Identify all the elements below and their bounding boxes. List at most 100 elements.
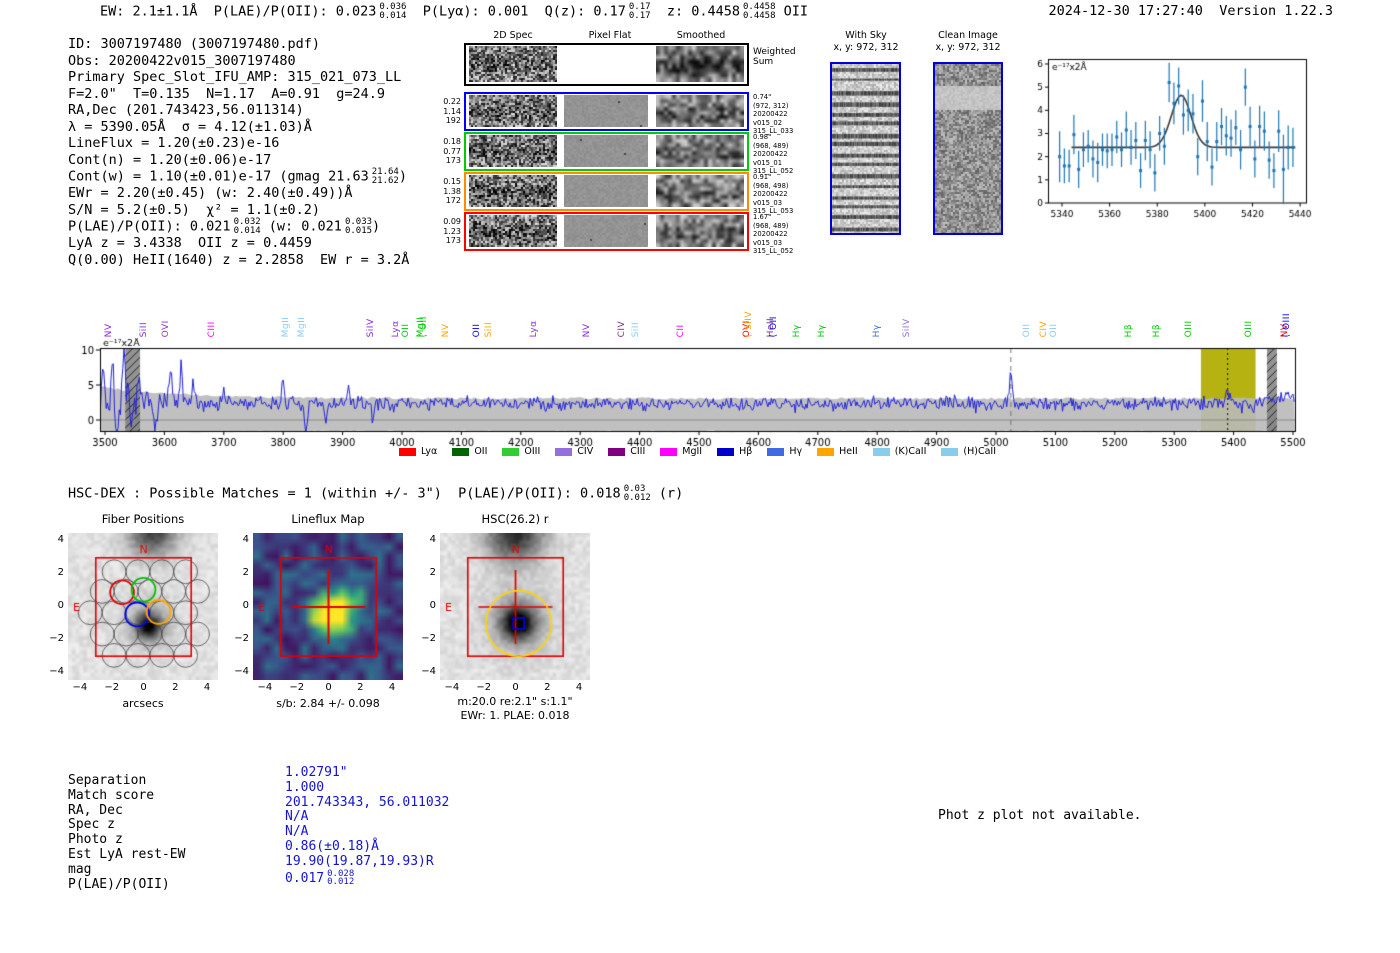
fiber-2dspec-row — [464, 92, 749, 131]
fiber-row-weights: 0.09 1.23 173 — [443, 217, 461, 245]
clean-image-title: Clean Image — [938, 30, 998, 41]
legend-swatch — [767, 447, 785, 456]
match-row-value: 19.90(19.87,19.93)R — [285, 853, 449, 870]
lineflux-map-title: Lineflux Map — [291, 512, 365, 526]
text-segment: P(Lyα): 0.001 Q(z): 0.17 — [406, 3, 626, 20]
legend-item: CIV — [555, 446, 593, 457]
cutout-xtick-label: 0 — [512, 682, 519, 693]
fiber-pixelflat-image — [564, 135, 648, 167]
cutout-xtick-label: −4 — [444, 682, 460, 693]
text-segment: λ = 5390.05Å σ = 4.12(±1.03)Å — [68, 118, 312, 135]
fiber-smoothed-image — [656, 95, 744, 127]
fiber-2dspec-row — [464, 132, 749, 171]
info-line: Q(0.00) HeII(1640) z = 2.2858 EW r = 3.2… — [68, 252, 409, 269]
stacked-uncertainty: 0.036 0.014 — [379, 2, 407, 21]
text-segment: F=2.0" T=0.135 N=1.17 A=0.91 g=24.9 — [68, 85, 385, 102]
weighted-2dspec-image — [469, 46, 557, 82]
text-segment: HSC-DEX : Possible Matches = 1 (within +… — [68, 485, 621, 502]
text-segment: z: 0.4458 — [650, 3, 740, 20]
fiber-2dspec-image — [469, 175, 557, 207]
info-line: RA,Dec (201.743423,56.011314) — [68, 102, 409, 119]
legend-item: Hγ — [767, 446, 802, 457]
legend-item: CIII — [608, 446, 645, 457]
text-segment: (r) — [650, 485, 684, 502]
cutout-xtick-label: 2 — [172, 682, 179, 693]
stacked-uncertainty: 0.03 0.012 — [623, 484, 651, 503]
cutout-ytick-label: 0 — [242, 600, 249, 611]
spectrum-legend: Lyα OII OIII CIV CIII MgII Hβ Hγ HeII (K)CaII (H)C… — [399, 446, 996, 457]
match-row-label: Match score — [68, 787, 155, 803]
lineflux-map-image — [253, 533, 403, 680]
cutout-ytick-label: 4 — [429, 534, 436, 546]
cutout-xtick-label: 2 — [544, 682, 551, 693]
clean-image-coords: x, y: 972, 312 — [935, 42, 1001, 53]
legend-label: (H)CaII — [963, 446, 997, 457]
info-line: λ = 5390.05Å σ = 4.12(±1.03)Å — [68, 119, 409, 136]
text-segment: LineFlux = 1.20(±0.23)e-16 — [68, 135, 280, 151]
legend-swatch — [872, 447, 890, 456]
info-line: Primary Spec_Slot_IFU_AMP: 315_021_073_L… — [68, 69, 409, 86]
match-row-value: 201.743343, 56.011032 — [285, 795, 449, 811]
legend-item: OII — [452, 446, 487, 457]
cutout-xtick-label: 2 — [357, 682, 364, 693]
legend-item: (H)CaII — [941, 446, 996, 457]
text-segment: 19.90(19.87,19.93)R — [285, 853, 434, 869]
legend-swatch — [399, 447, 416, 456]
legend-swatch — [817, 447, 835, 456]
fiber-positions-xlabel: arcsecs — [122, 697, 164, 710]
legend-label: Lyα — [421, 446, 438, 457]
cutout-xtick-label: 4 — [575, 682, 583, 693]
text-segment: RA,Dec (201.743423,56.011314) — [68, 102, 304, 118]
fiber-pixelflat-image — [564, 175, 648, 207]
legend-item: (K)CaII — [872, 446, 926, 457]
text-segment: Obs: 20200422v015_3007197480 — [68, 52, 296, 69]
text-segment: EWr = 2.20(±0.45) (w: 2.40(±0.49))Å — [68, 185, 353, 201]
legend-label: OII — [474, 446, 488, 457]
text-segment: (w: 0.021 — [260, 218, 342, 235]
legend-swatch — [608, 447, 626, 456]
cutout-ytick-label: 0 — [57, 600, 64, 611]
header-summary-line: EW: 2.1±1.1Å P(LAE)/P(OII): 0.023 0.036 0.… — [100, 3, 808, 20]
fiber-smoothed-image — [656, 135, 744, 167]
legend-swatch — [502, 447, 520, 456]
fiber-row-weights: 0.22 1.14 192 — [443, 97, 461, 125]
text-segment: 0.86(±0.18)Å — [285, 838, 379, 854]
text-segment: N/A — [285, 824, 309, 840]
legend-item: HeII — [817, 446, 858, 457]
text-segment: N/A — [285, 809, 309, 825]
line-fit-plot — [1030, 42, 1320, 237]
legend-label: CIV — [577, 446, 594, 457]
stacked-uncertainty: 0.17 0.17 — [628, 2, 651, 21]
match-row-value: 0.017 0.028 0.012 — [285, 868, 449, 888]
fiber-row-info: 0.91" (968, 498) 20200422 v015_03 315_LL_053 — [753, 173, 794, 216]
fiber-smoothed-image — [656, 215, 744, 247]
text-segment: Cont(w) = 1.10(±0.01)e-17 (gmag 21.63 — [68, 168, 369, 185]
info-line: EWr = 2.20(±0.45) (w: 2.40(±0.49))Å — [68, 185, 409, 202]
spec2d-col-header: Pixel Flat — [588, 30, 632, 41]
text-segment: ) — [398, 168, 407, 185]
elixer-report-page: EW: 2.1±1.1Å P(LAE)/P(OII): 0.023 0.036 0.… — [0, 0, 1400, 953]
info-line: Cont(n) = 1.20(±0.06)e-17 — [68, 152, 409, 169]
text-segment: S/N = 5.2(±0.5) χ² = 1.1(±0.2) — [68, 201, 320, 218]
hsc-dex-match-line: HSC-DEX : Possible Matches = 1 (within +… — [68, 485, 683, 502]
info-line: LineFlux = 1.20(±0.23)e-16 — [68, 135, 409, 152]
text-segment: EW: 2.1±1.1Å P(LAE)/P(OII): 0.023 — [100, 3, 377, 20]
stacked-uncertainty: 21.64 21.62 — [371, 167, 399, 186]
legend-label: CIII — [630, 446, 646, 457]
text-segment: ) — [372, 218, 381, 235]
info-line: ID: 3007197480 (3007197480.pdf) — [68, 36, 409, 53]
match-row-value: 1.000 — [285, 780, 449, 796]
text-segment: OII — [775, 3, 809, 20]
match-row-label: mag — [68, 861, 92, 877]
match-row-value: N/A — [285, 824, 449, 840]
cutout-ytick-label: −2 — [421, 632, 436, 644]
hsc-cutout-title: HSC(26.2) r — [481, 512, 549, 526]
fiber-2dspec-row — [464, 212, 749, 251]
cutout-ytick-label: −4 — [234, 665, 249, 677]
cutout-xtick-label: 4 — [203, 682, 211, 693]
legend-item: Hβ — [717, 446, 752, 457]
stacked-uncertainty: 0.028 0.012 — [327, 868, 355, 888]
match-row-label: RA, Dec — [68, 802, 123, 818]
info-line: P(LAE)/P(OII): 0.021 0.032 0.014 (w: 0.021… — [68, 218, 409, 235]
